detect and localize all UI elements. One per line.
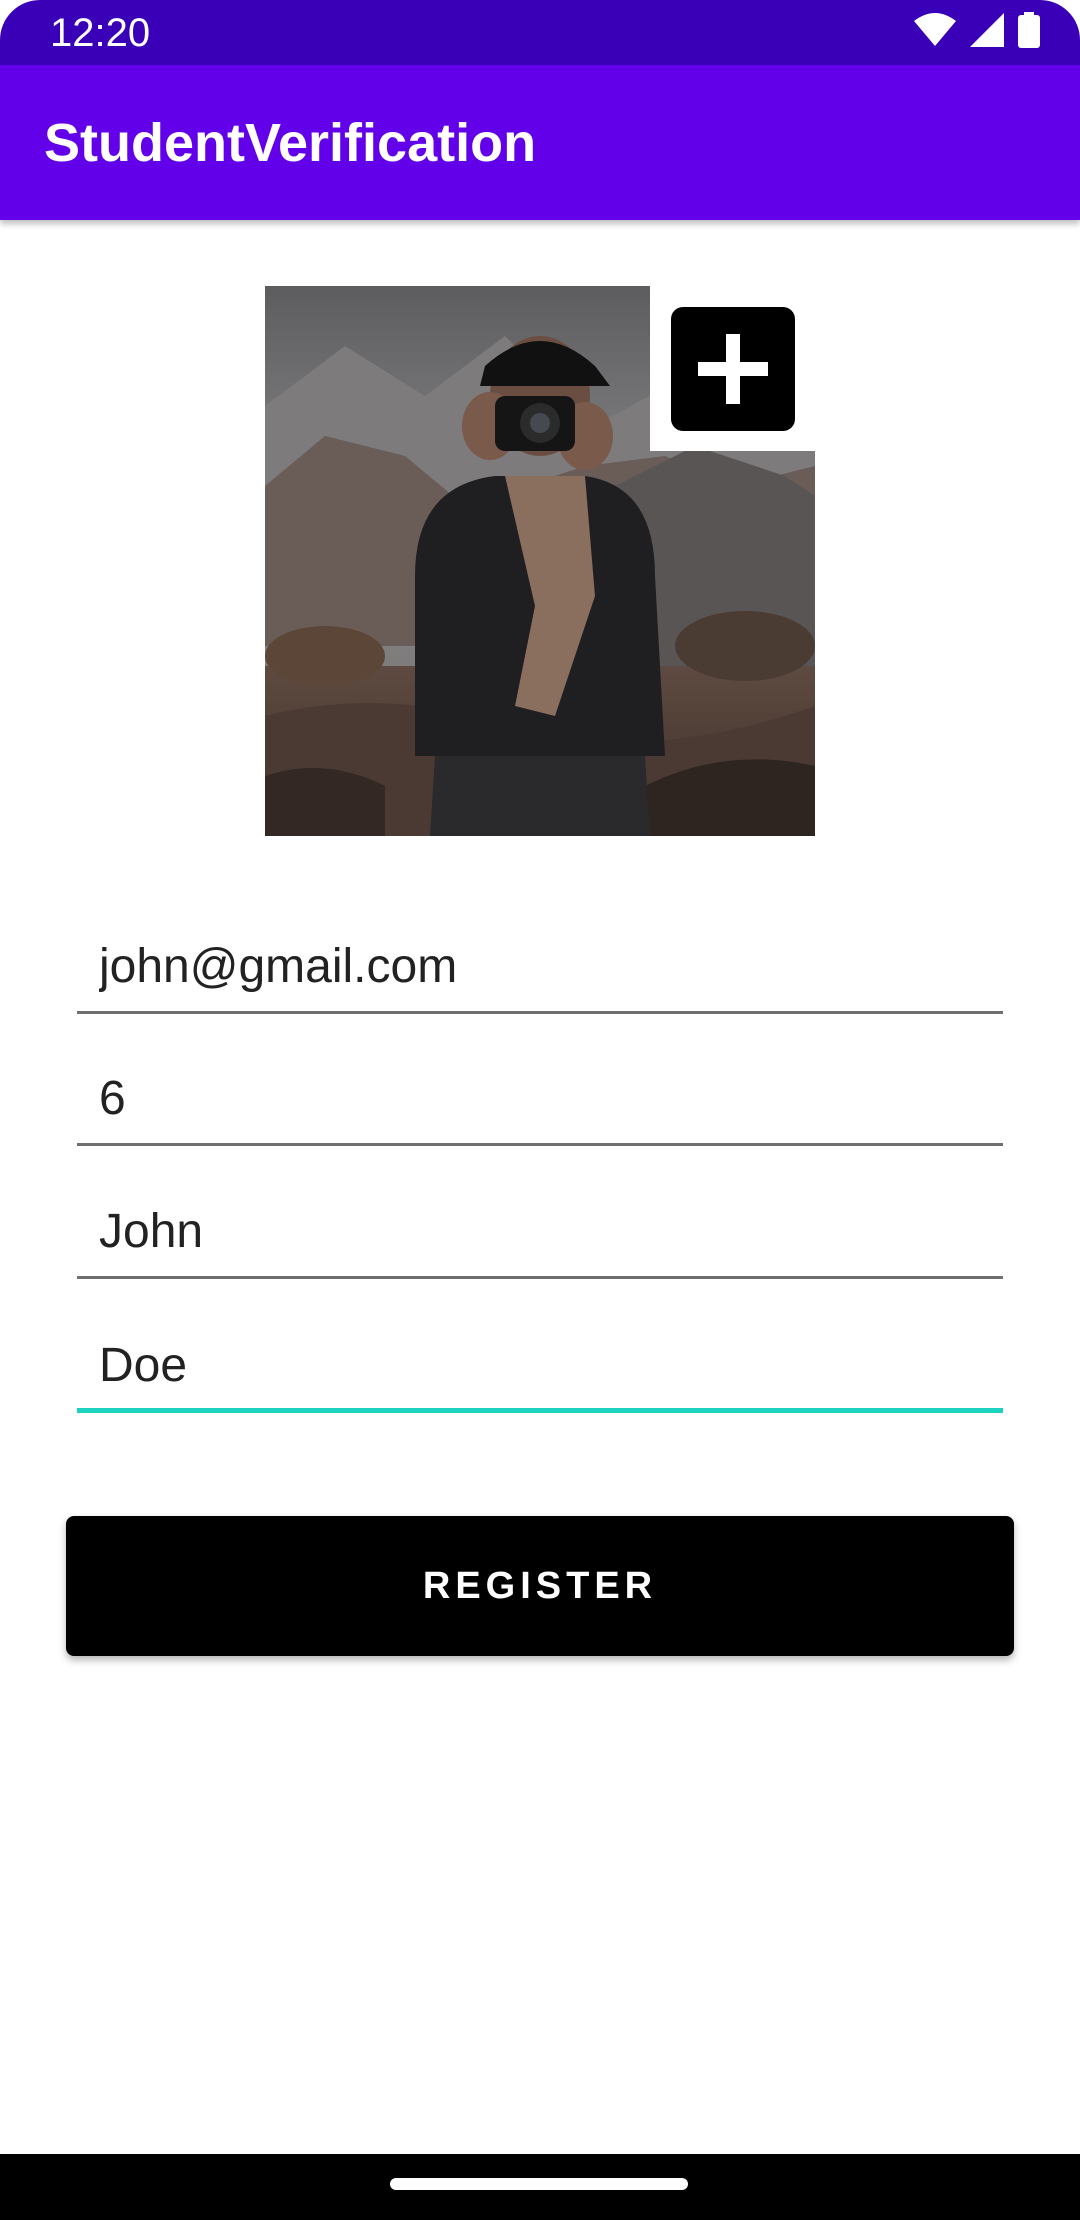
wifi-icon bbox=[914, 12, 956, 52]
add-photo-container bbox=[650, 286, 815, 451]
number-underline bbox=[77, 1143, 1003, 1146]
status-bar: 12:20 bbox=[0, 0, 1080, 65]
last-name-underline bbox=[77, 1408, 1003, 1413]
email-underline bbox=[77, 1011, 1003, 1014]
battery-icon bbox=[1018, 11, 1040, 53]
first-name-input[interactable] bbox=[77, 1189, 1003, 1273]
navigation-bar bbox=[0, 2154, 1080, 2220]
app-screen: 12:20 StudentVerification john@gmail.com… bbox=[0, 0, 1080, 2220]
home-handle[interactable] bbox=[390, 2178, 688, 2190]
status-time: 12:20 bbox=[50, 11, 151, 55]
app-bar: StudentVerification bbox=[0, 65, 1080, 220]
number-input[interactable] bbox=[77, 1056, 1003, 1140]
register-button[interactable]: REGISTER bbox=[66, 1516, 1014, 1656]
last-name-input[interactable] bbox=[77, 1323, 1003, 1407]
add-photo-button[interactable] bbox=[671, 307, 795, 431]
email-input[interactable] bbox=[77, 924, 1003, 1008]
first-name-underline bbox=[77, 1276, 1003, 1279]
signal-icon bbox=[970, 12, 1004, 52]
email-field bbox=[77, 924, 1003, 1014]
first-name-field bbox=[77, 1189, 1003, 1279]
status-icons bbox=[914, 11, 1040, 53]
last-name-field bbox=[77, 1323, 1003, 1413]
number-field bbox=[77, 1056, 1003, 1146]
app-title: StudentVerification bbox=[44, 113, 537, 173]
